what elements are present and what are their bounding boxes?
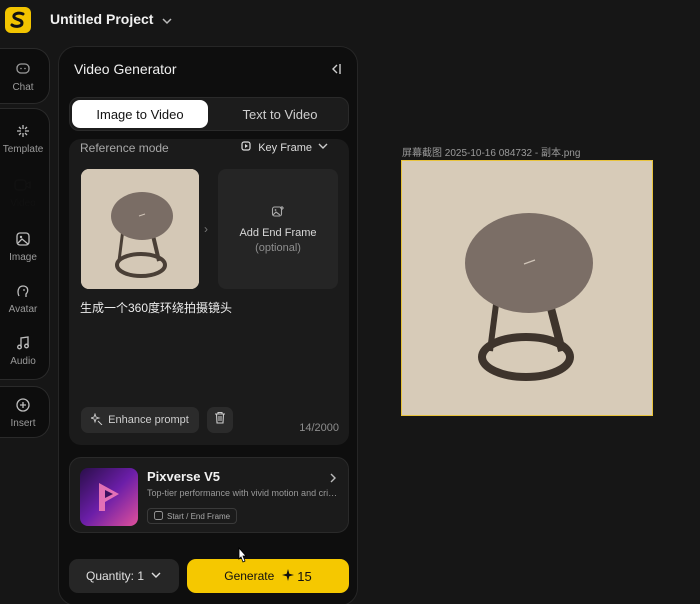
quantity-label: Quantity: 1 — [85, 569, 145, 583]
chevron-down-icon[interactable] — [161, 13, 173, 31]
rail-label-image: Image — [9, 252, 37, 263]
quantity-dropdown[interactable]: Quantity: 1 — [69, 559, 179, 593]
preview-filename: 屏幕截图 2025-10-16 084732 - 副本.png — [402, 148, 581, 159]
pixverse-logo-icon — [99, 483, 119, 511]
model-selector[interactable]: Pixverse V5 Top-tier performance with vi… — [69, 457, 349, 533]
chevron-down-icon — [150, 569, 162, 583]
rail-item-template[interactable]: Template — [0, 112, 46, 164]
credit-amount: 15 — [297, 568, 312, 584]
panel-title: Video Generator — [74, 61, 177, 77]
model-name: Pixverse V5 — [147, 469, 221, 484]
template-icon — [13, 121, 33, 141]
tab-image-to-video[interactable]: Image to Video — [72, 100, 208, 128]
reference-mode-value: Key Frame — [258, 141, 312, 154]
chat-icon — [13, 59, 33, 79]
rail-label-avatar: Avatar — [8, 304, 38, 315]
end-frame-subtitle: (optional) — [255, 241, 301, 254]
generate-label: Generate — [224, 569, 275, 583]
mouse-cursor-icon — [236, 546, 248, 568]
frame-icon — [154, 510, 163, 522]
input-card: Reference mode Key Frame › Add End Frame… — [69, 139, 349, 445]
reference-mode-label: Reference mode — [80, 141, 169, 155]
add-end-frame-button[interactable]: Add End Frame (optional) — [218, 169, 338, 289]
rail-item-audio[interactable]: Audio — [0, 324, 46, 376]
credit-cost: 15 — [282, 568, 312, 584]
chevron-down-icon — [317, 141, 329, 154]
project-title[interactable]: Untitled Project — [50, 11, 153, 27]
rail-item-video[interactable]: Video — [0, 166, 46, 218]
model-feature-tag: Start / End Frame — [147, 508, 238, 524]
video-generator-panel: Video Generator Image to Video Text to V… — [58, 46, 358, 604]
stool-preview-photo — [402, 161, 652, 415]
chevron-right-icon: › — [204, 222, 208, 236]
audio-icon — [13, 333, 33, 353]
keyframe-icon — [241, 141, 253, 154]
clear-prompt-button[interactable] — [207, 407, 233, 433]
add-image-icon — [271, 205, 285, 224]
start-frame-thumbnail[interactable] — [81, 169, 199, 289]
enhance-prompt-button[interactable]: Enhance prompt — [81, 407, 199, 433]
rail-label-chat: Chat — [12, 82, 34, 93]
image-icon — [13, 229, 33, 249]
rail-item-chat[interactable]: Chat — [0, 50, 46, 102]
prompt-input[interactable]: 生成一个360度环绕拍摄镜头 — [80, 299, 232, 316]
app-logo[interactable] — [5, 7, 31, 33]
model-description: Top-tier performance with vivid motion a… — [147, 488, 339, 498]
end-frame-title: Add End Frame — [239, 226, 317, 239]
rail-item-avatar[interactable]: Avatar — [0, 272, 46, 324]
rail-label-insert: Insert — [10, 418, 36, 429]
rail-label-audio: Audio — [10, 356, 36, 367]
enhance-prompt-label: Enhance prompt — [108, 414, 189, 426]
chevron-right-icon — [328, 471, 338, 489]
sparkle-icon — [89, 412, 103, 428]
trash-icon — [214, 411, 226, 429]
rail-item-insert[interactable]: Insert — [0, 386, 46, 438]
preview-image[interactable] — [401, 160, 653, 416]
generate-button[interactable]: Generate 15 — [187, 559, 349, 593]
video-icon — [13, 175, 33, 195]
mode-tabs: Image to Video Text to Video — [69, 97, 349, 131]
character-counter: 14/2000 — [299, 422, 339, 434]
reference-mode-dropdown[interactable]: Key Frame — [241, 141, 329, 154]
collapse-panel-icon[interactable] — [329, 62, 343, 81]
sparkle-icon — [282, 568, 295, 584]
rail-label-video: Video — [10, 198, 36, 209]
tab-text-to-video[interactable]: Text to Video — [212, 100, 348, 128]
plus-icon — [13, 395, 33, 415]
stool-photo — [81, 169, 199, 289]
model-tag-label: Start / End Frame — [167, 511, 231, 521]
model-thumbnail — [80, 468, 138, 526]
logo-icon — [10, 11, 25, 28]
rail-item-image[interactable]: Image — [0, 220, 46, 272]
avatar-icon — [13, 281, 33, 301]
rail-label-template: Template — [2, 144, 44, 155]
